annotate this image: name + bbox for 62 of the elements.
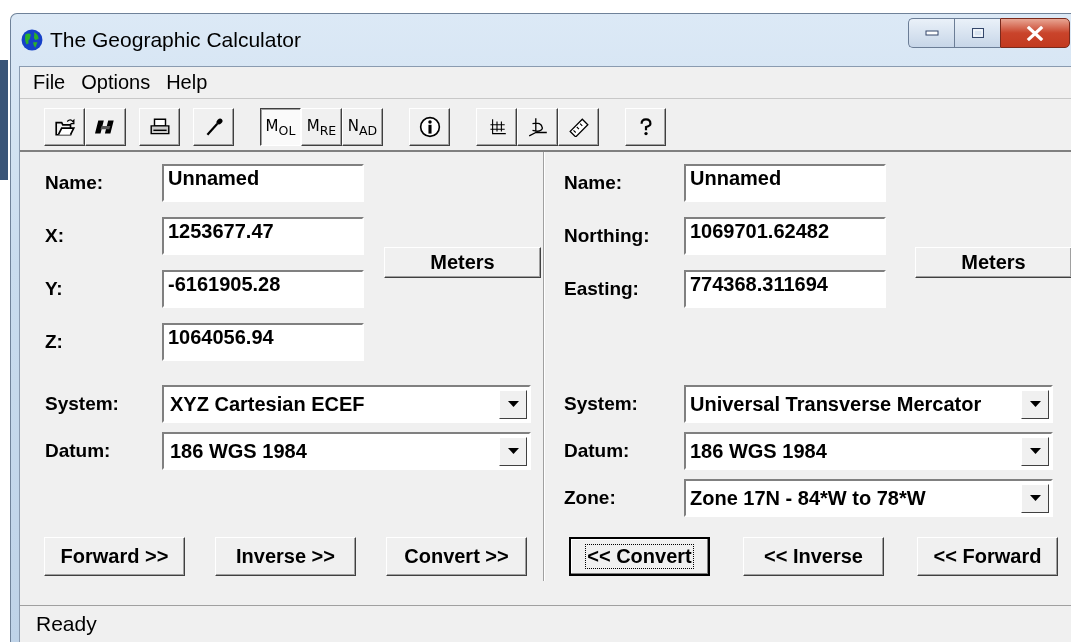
dropdown[interactable]: Universal Transverse Mercator (684, 385, 1053, 423)
units-button[interactable]: Meters (915, 247, 1071, 278)
pen-button[interactable] (193, 108, 234, 146)
slanted-bars-icon (94, 117, 117, 137)
slanted-bars-button[interactable] (85, 108, 126, 146)
dropdown-label: Datum: (564, 440, 631, 462)
info-button[interactable] (409, 108, 450, 146)
menu-item[interactable]: File (25, 71, 74, 94)
axes-button[interactable] (517, 108, 558, 146)
status-bar: Ready (20, 605, 1071, 642)
field-label: Easting: (564, 278, 640, 300)
text-field[interactable]: -6161905.28 (162, 270, 364, 308)
field-label: X: (45, 225, 65, 247)
text-field[interactable]: 1069701.62482 (684, 217, 886, 255)
maximize-button[interactable] (954, 18, 1000, 48)
dropdown[interactable]: Zone 17N - 84*W to 78*W (684, 479, 1053, 517)
text-field[interactable]: 774368.311694 (684, 270, 886, 308)
dropdown[interactable]: 186 WGS 1984 (684, 432, 1053, 470)
dropdown-label: Zone: (564, 487, 617, 509)
action-button[interactable]: << Forward (917, 537, 1058, 576)
maximize-icon (970, 27, 985, 39)
text-field[interactable]: Unnamed (162, 164, 364, 202)
text-field[interactable]: Unnamed (684, 164, 886, 202)
printer-button[interactable] (139, 108, 180, 146)
dropdown[interactable]: 186 WGS 1984 (162, 432, 531, 470)
action-button[interactable]: Inverse >> (215, 537, 356, 576)
ruler-icon (567, 117, 590, 137)
grid-button[interactable] (476, 108, 517, 146)
info-icon (418, 116, 441, 138)
dropdown-label: System: (45, 393, 120, 415)
mode-button[interactable]: M$_{RE}$ (301, 108, 342, 146)
dropdown-label: System: (564, 393, 639, 415)
mode-button[interactable]: M$_{OL}$ (260, 108, 301, 146)
close-button[interactable] (1000, 18, 1070, 48)
menu-item[interactable]: Help (158, 71, 216, 94)
menu-item[interactable]: Options (73, 71, 159, 94)
help-button[interactable] (625, 108, 666, 146)
axes-icon (526, 117, 549, 137)
text-field[interactable]: 1064056.94 (162, 323, 364, 361)
minimize-icon (924, 30, 939, 36)
dropdown-label: Datum: (45, 440, 112, 462)
action-button[interactable]: Convert >> (386, 537, 527, 576)
field-label: Name: (45, 172, 105, 194)
printer-icon (148, 117, 171, 137)
text-field[interactable]: 1253677.47 (162, 217, 364, 255)
dropdown[interactable]: XYZ Cartesian ECEF (162, 385, 531, 423)
mode-button[interactable]: N$_{AD}$ (342, 108, 383, 146)
open-folder-icon (53, 117, 76, 137)
field-label: Name: (564, 172, 624, 194)
minimize-button[interactable] (908, 18, 954, 48)
action-button[interactable]: << Inverse (743, 537, 884, 576)
field-label: Northing: (564, 225, 651, 247)
action-button[interactable]: Forward >> (44, 537, 185, 576)
close-icon (1026, 25, 1044, 41)
open-folder-button[interactable] (44, 108, 85, 146)
ruler-button[interactable] (558, 108, 599, 146)
units-button[interactable]: Meters (384, 247, 541, 278)
globe-icon (21, 29, 43, 51)
field-label: Y: (45, 278, 64, 300)
window-title: The Geographic Calculator (50, 28, 301, 52)
action-button[interactable]: << Convert (569, 537, 710, 576)
field-label: Z: (45, 331, 64, 353)
